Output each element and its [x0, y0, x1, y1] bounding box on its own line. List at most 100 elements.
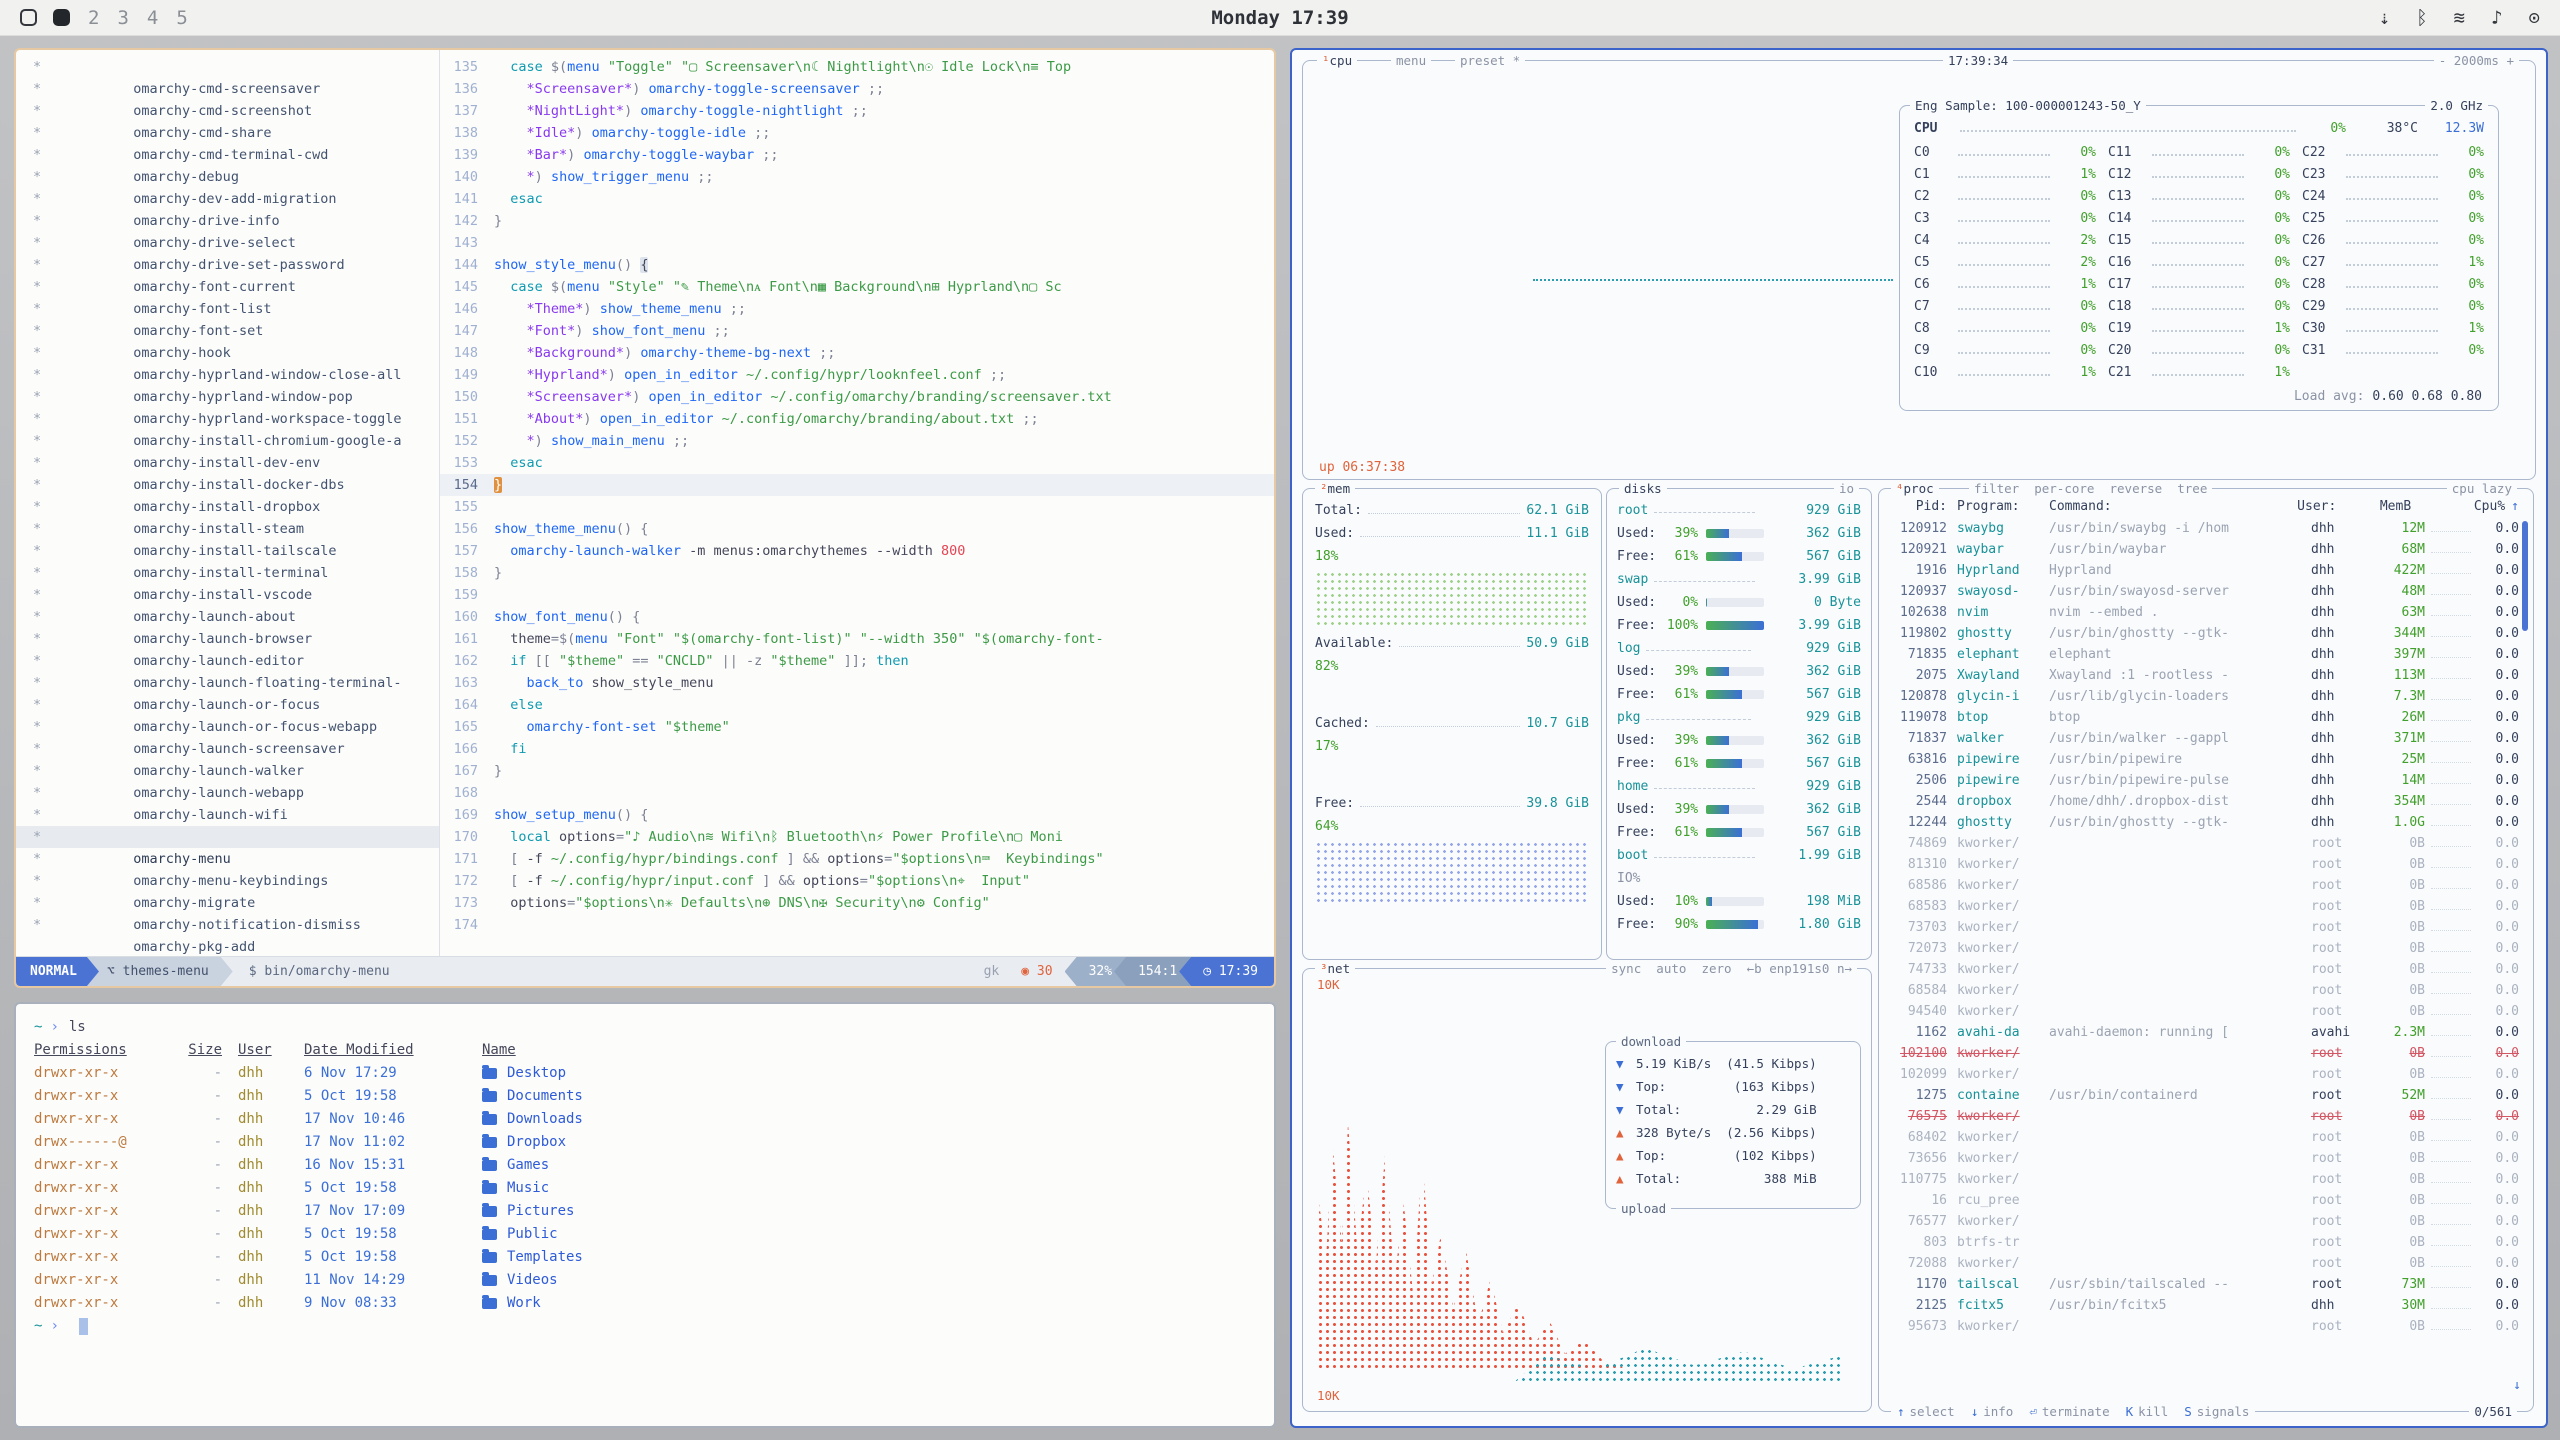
mem-panel-title[interactable]: ²mem	[1315, 480, 1355, 497]
process-row[interactable]: 803 btrfs-tr root 0B 0.0	[1893, 1232, 2519, 1253]
code-line[interactable]: 144 show_style_menu() {	[440, 254, 1274, 276]
wifi-icon[interactable]: ≋	[2454, 7, 2465, 29]
file-list-item[interactable]: omarchy-launch-about	[16, 584, 439, 606]
process-row[interactable]: 68586 kworker/ root 0B 0.0	[1893, 875, 2519, 896]
file-list-item[interactable]: omarchy-hyprland-workspace-toggle	[16, 386, 439, 408]
file-list-item[interactable]: omarchy-install-dev-env	[16, 430, 439, 452]
process-row[interactable]: 110775 kworker/ root 0B 0.0	[1893, 1169, 2519, 1190]
workspace-active-indicator[interactable]	[53, 9, 70, 26]
editor-window[interactable]: omarchy-cmd-screensaver omarchy-cmd-scre…	[14, 48, 1276, 988]
code-line[interactable]: 167 }	[440, 760, 1274, 782]
disks-panel-title[interactable]: disks	[1619, 480, 1667, 497]
file-list-item[interactable]: omarchy-cmd-screensaver	[16, 56, 439, 78]
file-list-item[interactable]: omarchy-menu-keybindings	[16, 848, 439, 870]
file-list-item[interactable]: omarchy-menu	[16, 826, 439, 848]
code-line[interactable]: 145 case $(menu "Style" "✎ Theme\nᴀ Font…	[440, 276, 1274, 298]
file-list-item[interactable]: omarchy-launch-or-focus	[16, 672, 439, 694]
code-line[interactable]: 169 show_setup_menu() {	[440, 804, 1274, 826]
code-line[interactable]: 136 *Screensaver*) omarchy-toggle-screen…	[440, 78, 1274, 100]
process-row[interactable]: 1916 Hyprland Hyprland dhh 422M 0.0	[1893, 560, 2519, 581]
file-list-item[interactable]: omarchy-notification-dismiss	[16, 892, 439, 914]
code-line[interactable]: 158 }	[440, 562, 1274, 584]
workspace-button[interactable]: 2	[88, 7, 99, 29]
cpu-panel-title[interactable]: ¹cpu	[1317, 52, 1357, 69]
process-row[interactable]: 68584 kworker/ root 0B 0.0	[1893, 980, 2519, 1001]
file-list-item[interactable]: omarchy-install-dropbox	[16, 474, 439, 496]
file-list-item[interactable]: omarchy-launch-or-focus-webapp	[16, 694, 439, 716]
footer-key[interactable]: Ssignals	[2184, 1403, 2249, 1421]
file-list-item[interactable]: omarchy-debug	[16, 144, 439, 166]
code-line[interactable]: 152 *) show_main_menu ;;	[440, 430, 1274, 452]
footer-key[interactable]: ↓info	[1971, 1403, 2014, 1421]
process-row[interactable]: 1170 tailscal /usr/sbin/tailscaled -- ro…	[1893, 1274, 2519, 1295]
process-row[interactable]: 76575 kworker/ root 0B 0.0	[1893, 1106, 2519, 1127]
code-line[interactable]: 166 fi	[440, 738, 1274, 760]
code-line[interactable]: 153 esac	[440, 452, 1274, 474]
file-list-item[interactable]: omarchy-launch-walker	[16, 738, 439, 760]
process-row[interactable]: 12244 ghostty /usr/bin/ghostty --gtk- dh…	[1893, 812, 2519, 833]
file-list-item[interactable]: omarchy-install-tailscale	[16, 518, 439, 540]
io-toggle[interactable]: io	[1834, 480, 1859, 497]
file-list-item[interactable]: omarchy-launch-floating-terminal-	[16, 650, 439, 672]
code-line[interactable]: 168	[440, 782, 1274, 804]
code-line[interactable]: 141 esac	[440, 188, 1274, 210]
workspace-button[interactable]: 4	[147, 7, 158, 29]
process-row[interactable]: 94540 kworker/ root 0B 0.0	[1893, 1001, 2519, 1022]
code-line[interactable]: 140 *) show_trigger_menu ;;	[440, 166, 1274, 188]
process-row[interactable]: 2544 dropbox /home/dhh/.dropbox-dist dhh…	[1893, 791, 2519, 812]
process-row[interactable]: 71837 walker /usr/bin/walker --gappl dhh…	[1893, 728, 2519, 749]
process-row[interactable]: 16 rcu_pree root 0B 0.0	[1893, 1190, 2519, 1211]
file-list-item[interactable]: omarchy-font-current	[16, 254, 439, 276]
file-list-item[interactable]: omarchy-cmd-screenshot	[16, 78, 439, 100]
code-line[interactable]: 142 }	[440, 210, 1274, 232]
code-line[interactable]: 165 omarchy-font-set "$theme"	[440, 716, 1274, 738]
code-line[interactable]: 146 *Theme*) show_theme_menu ;;	[440, 298, 1274, 320]
file-list-item[interactable]: omarchy-install-chromium-google-a	[16, 408, 439, 430]
file-list-item[interactable]: omarchy-install-vscode	[16, 562, 439, 584]
file-list-item[interactable]: omarchy-hyprland-window-pop	[16, 364, 439, 386]
process-row[interactable]: 74869 kworker/ root 0B 0.0	[1893, 833, 2519, 854]
file-list-item[interactable]: omarchy-launch-wifi	[16, 782, 439, 804]
process-row[interactable]: 102100 kworker/ root 0B 0.0	[1893, 1043, 2519, 1064]
code-line[interactable]: 151 *About*) open_in_editor ~/.config/om…	[440, 408, 1274, 430]
code-line[interactable]: 174	[440, 914, 1274, 936]
process-row[interactable]: 119078 btop btop dhh 26M 0.0	[1893, 707, 2519, 728]
file-list-item[interactable]: omarchy-migrate	[16, 870, 439, 892]
net-panel-title[interactable]: ³net	[1315, 960, 1355, 977]
process-row[interactable]: 72088 kworker/ root 0B 0.0	[1893, 1253, 2519, 1274]
proc-panel-title[interactable]: ⁴proc	[1891, 480, 1939, 497]
code-line[interactable]: 162 if [[ "$theme" == "CNCLD" || -z "$th…	[440, 650, 1274, 672]
file-list-item[interactable]: omarchy-launch-browser	[16, 606, 439, 628]
footer-key[interactable]: ⏎terminate	[2029, 1403, 2109, 1421]
code-line[interactable]: 160 show_font_menu() {	[440, 606, 1274, 628]
scroll-down-icon[interactable]: ↓	[2513, 1378, 2521, 1393]
sort-selector[interactable]: cpu lazy	[2447, 480, 2517, 497]
process-row[interactable]: 74733 kworker/ root 0B 0.0	[1893, 959, 2519, 980]
file-list-item[interactable]: omarchy-drive-info	[16, 188, 439, 210]
process-row[interactable]: 95673 kworker/ root 0B 0.0	[1893, 1316, 2519, 1337]
file-list-item[interactable]: omarchy-launch-webapp	[16, 760, 439, 782]
process-row[interactable]: 2506 pipewire /usr/bin/pipewire-pulse dh…	[1893, 770, 2519, 791]
code-line[interactable]: 139 *Bar*) omarchy-toggle-waybar ;;	[440, 144, 1274, 166]
process-row[interactable]: 2075 Xwayland Xwayland :1 -rootless - dh…	[1893, 665, 2519, 686]
file-list-item[interactable]: omarchy-install-steam	[16, 496, 439, 518]
file-list-item[interactable]: omarchy-launch-editor	[16, 628, 439, 650]
file-list-item[interactable]: omarchy-cmd-share	[16, 100, 439, 122]
workspace-button[interactable]: 3	[117, 7, 128, 29]
file-list-item[interactable]: omarchy-install-terminal	[16, 540, 439, 562]
net-controls[interactable]: sync auto zero ←b enp191s0 n→	[1606, 960, 1857, 977]
footer-key[interactable]: ↑select	[1897, 1403, 1955, 1421]
process-row[interactable]: 63816 pipewire /usr/bin/pipewire dhh 25M…	[1893, 749, 2519, 770]
process-row[interactable]: 1162 avahi-da avahi-daemon: running [ av…	[1893, 1022, 2519, 1043]
file-list-item[interactable]: omarchy-dev-add-migration	[16, 166, 439, 188]
file-list-item[interactable]: omarchy-lock-screen	[16, 804, 439, 826]
process-scrollbar[interactable]	[2522, 521, 2528, 631]
code-line[interactable]: 159	[440, 584, 1274, 606]
code-line[interactable]: 157 omarchy-launch-walker -m menus:omarc…	[440, 540, 1274, 562]
menu-button[interactable]: menu	[1391, 52, 1431, 69]
code-line[interactable]: 164 else	[440, 694, 1274, 716]
file-list-item[interactable]: omarchy-drive-set-password	[16, 232, 439, 254]
file-list-item[interactable]: omarchy-install-docker-dbs	[16, 452, 439, 474]
process-row[interactable]: 73656 kworker/ root 0B 0.0	[1893, 1148, 2519, 1169]
file-list-item[interactable]: omarchy-hyprland-window-close-all	[16, 342, 439, 364]
